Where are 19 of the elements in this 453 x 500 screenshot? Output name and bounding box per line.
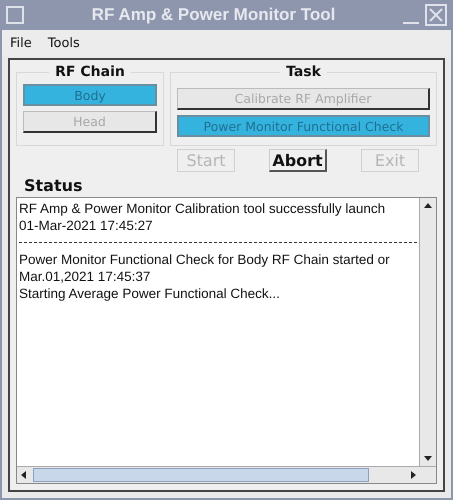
toggle-button[interactable]: Power Monitor Functional Check [177,115,430,137]
action-button[interactable]: Abort [269,149,327,172]
log-line: Power Monitor Functional Check for Body RF Chain started or [19,251,391,268]
menu-item[interactable]: Tools [48,36,80,50]
toggle-button[interactable]: Body [23,84,157,106]
scroll-thumb[interactable] [33,468,369,482]
log-line: 01-Mar-2021 17:45:27 [19,217,154,234]
window-menu-icon[interactable] [6,6,24,24]
horizontal-scrollbar[interactable] [17,466,436,483]
log-line: Starting Average Power Functional Check... [19,285,281,302]
log-line: Mar.01,2021 17:45:37 [19,268,152,285]
vertical-scrollbar[interactable] [419,198,436,466]
group-title: Task [285,64,322,80]
close-icon[interactable] [425,4,447,26]
menu-item[interactable]: File [10,36,32,50]
window-title: RF Amp & Power Monitor Tool [90,5,336,25]
group-title: RF Chain [54,64,126,80]
status-title: Status [24,176,84,195]
log-line: RF Amp & Power Monitor Calibration tool successfully launch [19,200,386,217]
